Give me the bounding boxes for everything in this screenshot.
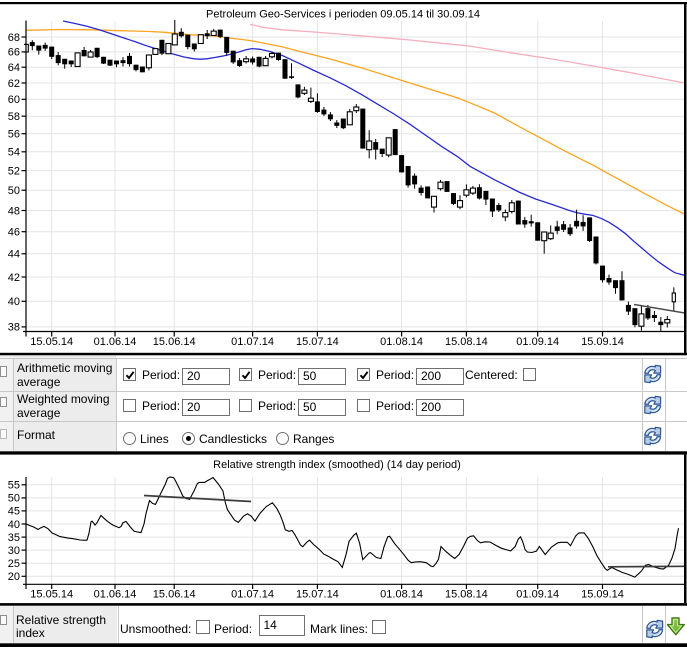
svg-text:15.09.14: 15.09.14 [581,589,624,601]
svg-text:15.05.14: 15.05.14 [30,336,73,348]
svg-text:15.09.14: 15.09.14 [581,336,624,348]
svg-text:62: 62 [8,78,20,90]
svg-text:48: 48 [8,205,20,217]
svg-text:50: 50 [8,493,20,505]
svg-text:15.08.14: 15.08.14 [445,589,488,601]
svg-text:55: 55 [8,480,20,492]
svg-text:30: 30 [8,545,20,557]
svg-text:58: 58 [8,111,20,123]
svg-text:45: 45 [8,506,20,518]
svg-text:15.08.14: 15.08.14 [445,336,488,348]
svg-text:50: 50 [8,185,20,197]
svg-text:68: 68 [8,32,20,44]
svg-text:40: 40 [8,296,20,308]
svg-text:01.09.14: 01.09.14 [516,336,559,348]
svg-text:01.09.14: 01.09.14 [516,589,559,601]
svg-text:44: 44 [8,249,20,261]
svg-text:56: 56 [8,129,20,141]
svg-text:Relative strength index (smoot: Relative strength index (smoothed) (14 d… [213,459,461,471]
svg-text:60: 60 [8,94,20,106]
svg-text:01.07.14: 01.07.14 [231,336,274,348]
svg-text:20: 20 [8,571,20,583]
svg-text:15.07.14: 15.07.14 [296,336,339,348]
svg-text:42: 42 [8,272,20,284]
svg-text:Petroleum Geo-Services i perio: Petroleum Geo-Services i perioden 09.05.… [206,9,480,21]
svg-text:15.06.14: 15.06.14 [153,589,196,601]
svg-text:35: 35 [8,532,20,544]
svg-text:54: 54 [8,147,20,159]
svg-text:38: 38 [8,322,20,334]
svg-text:66: 66 [8,47,20,59]
svg-text:40: 40 [8,519,20,531]
svg-text:46: 46 [8,227,20,239]
svg-text:01.06.14: 01.06.14 [94,589,137,601]
svg-text:52: 52 [8,165,20,177]
svg-text:15.05.14: 15.05.14 [30,589,73,601]
svg-text:15.06.14: 15.06.14 [153,336,196,348]
svg-text:64: 64 [8,62,20,74]
svg-text:01.06.14: 01.06.14 [94,336,137,348]
svg-text:01.08.14: 01.08.14 [380,589,423,601]
svg-text:01.07.14: 01.07.14 [231,589,274,601]
svg-text:15.07.14: 15.07.14 [296,589,339,601]
svg-text:25: 25 [8,558,20,570]
svg-text:01.08.14: 01.08.14 [380,336,423,348]
